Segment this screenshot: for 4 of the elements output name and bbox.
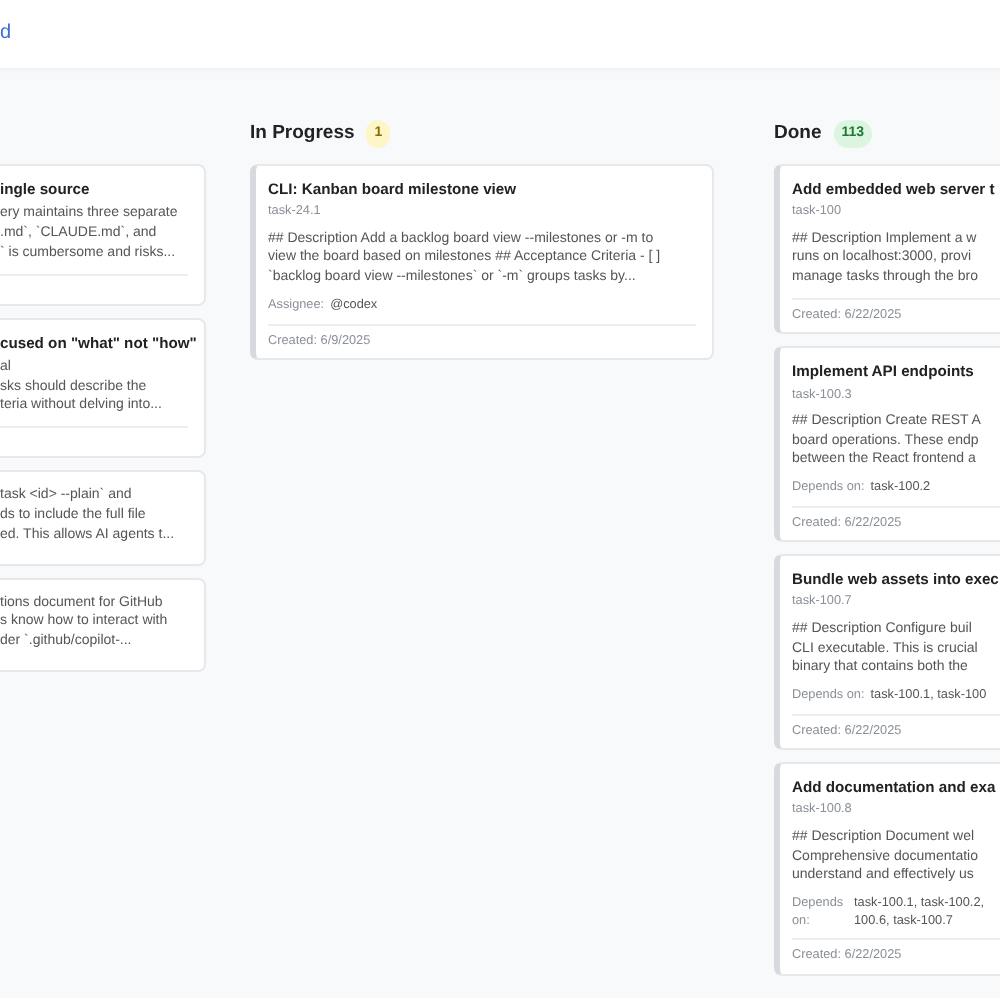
task-card[interactable] <box>250 164 714 360</box>
column-title: Done <box>774 119 822 148</box>
column-title: In Progress <box>250 119 355 148</box>
nav-link[interactable]: d <box>0 22 12 44</box>
